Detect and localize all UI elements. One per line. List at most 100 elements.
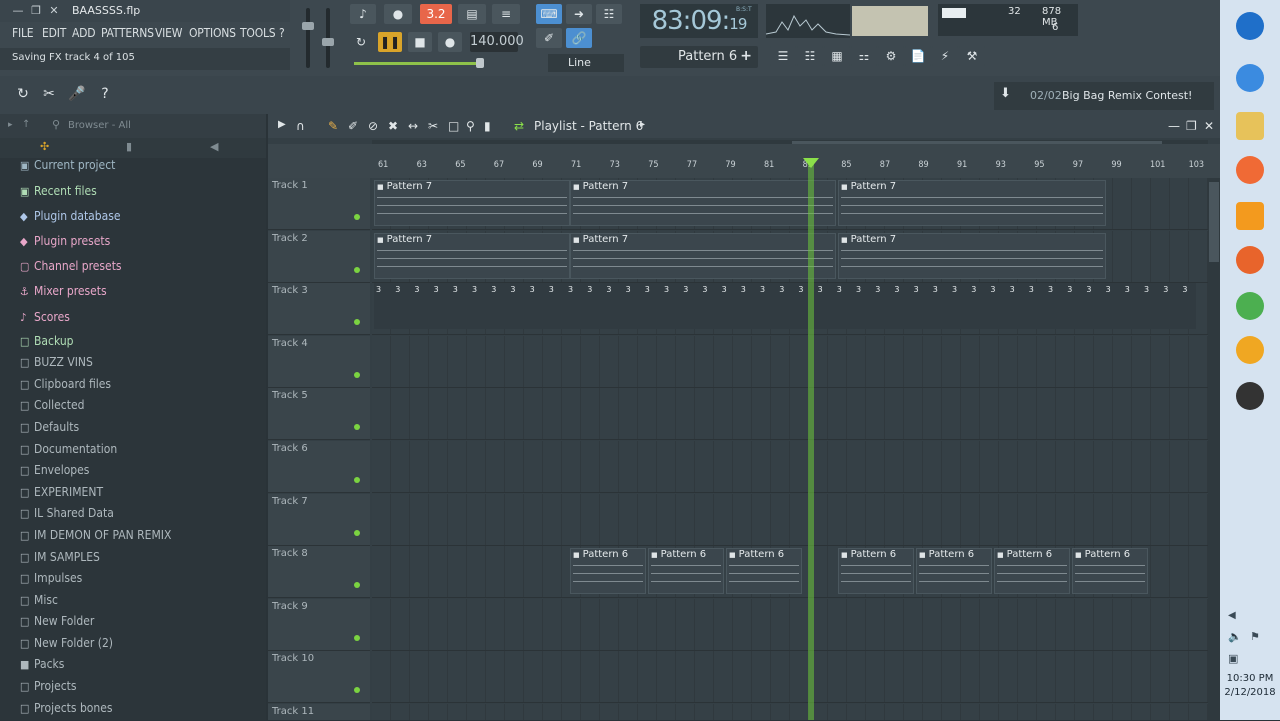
playhead-marker[interactable] [803,158,819,168]
play-arrow-icon[interactable]: ➜ [566,4,592,24]
stop-button[interactable]: ■ [408,32,432,52]
mini-pattern-clip[interactable]: 3 [434,285,448,295]
sort-icon[interactable]: ✣ [40,140,49,153]
track-lane[interactable]: Pattern 6 Pattern 6 Pattern 6 Pattern 6 Patt… [372,546,1208,599]
mini-pattern-clip[interactable]: 3 [933,285,947,295]
mini-pattern-clip[interactable]: 3 [1029,285,1043,295]
menu-help[interactable]: ? [279,26,285,40]
browser-item[interactable]: □ Collected [20,398,84,418]
browser-item[interactable]: □ Impulses [20,571,82,591]
mixer-window-icon[interactable]: ⚏ [851,46,877,66]
help-icon[interactable]: ? [94,82,116,106]
track-header[interactable]: Track 8 [268,546,370,599]
tray-expand-icon[interactable]: ◀ [1228,610,1236,621]
mini-pattern-clip[interactable]: 3 [971,285,985,295]
obs-icon[interactable] [1236,382,1264,410]
minimize-icon[interactable]: — [10,3,26,19]
browser-item[interactable]: ◆ Plugin database [20,209,121,229]
record-button[interactable]: ● [438,32,462,52]
mini-pattern-clip[interactable]: 3 [395,285,409,295]
mini-pattern-clip[interactable]: 3 [818,285,832,295]
mini-pattern-clip[interactable]: 3 [510,285,524,295]
track-lane[interactable] [372,493,1208,546]
pattern-clip[interactable]: Pattern 6 [570,548,646,595]
browser-item[interactable]: □ Projects [20,679,77,699]
mini-pattern-clip[interactable]: 3 [914,285,928,295]
mini-pattern-clip[interactable]: 3 [606,285,620,295]
browser-item[interactable]: □ Misc [20,593,58,613]
mini-pattern-clip[interactable]: 3 [587,285,601,295]
internet-explorer-icon[interactable] [1236,64,1264,92]
pattern-clip[interactable]: Pattern 7 [374,232,570,279]
menu-view[interactable]: VIEW [155,26,182,40]
link-icon[interactable]: 🔗 [566,28,592,48]
browser-item[interactable]: □ Clipboard files [20,377,111,397]
track-lane[interactable] [372,598,1208,651]
wait-record-button[interactable]: ● [384,4,412,24]
add-pattern-icon[interactable]: + [740,48,752,64]
brush-icon[interactable]: ✐ [536,28,562,48]
track-header[interactable]: Track 7 [268,493,370,546]
metronome-button[interactable]: ♪ [350,4,376,24]
fl-studio-icon[interactable] [1236,336,1264,364]
track-mute-led[interactable] [354,634,360,641]
track-header[interactable]: Track 6 [268,441,370,493]
mini-pattern-clip[interactable]: 3 [702,285,716,295]
channel-rack-window-icon[interactable]: ▦ [824,46,850,66]
pattern-clip[interactable]: Pattern 6 [838,548,914,595]
mini-pattern-clip[interactable]: 3 [491,285,505,295]
delete-icon[interactable]: ⊘ [368,119,378,133]
browser-item[interactable]: □ EXPERIMENT [20,485,103,505]
browser-item[interactable]: ▢ Channel presets [20,259,122,279]
mini-pattern-clip[interactable]: 3 [683,285,697,295]
volume-icon[interactable]: 🔈 [1228,630,1242,643]
refresh-icon[interactable]: ↻ [12,82,34,106]
mini-pattern-clip[interactable]: 3 [376,285,390,295]
menu-tools[interactable]: TOOLS [240,26,276,40]
mini-pattern-clip[interactable]: 3 [1182,285,1196,295]
track-mute-led[interactable] [354,214,360,220]
mini-pattern-clip[interactable]: 3 [1144,285,1158,295]
video-player-icon[interactable] [1236,202,1264,230]
playback-icon[interactable]: ▮ [484,119,491,133]
pencil-icon[interactable]: ✎ [328,119,338,133]
track-header[interactable]: Track 10 [268,651,370,704]
magnet-icon[interactable]: ∩ [296,119,305,133]
track-mute-led[interactable] [354,319,360,326]
pattern-selector[interactable]: Pattern 6 + [640,46,758,68]
browser-item[interactable]: ♪ Scores [20,310,70,330]
project-file-icon[interactable]: 📄 [905,46,931,66]
mini-pattern-clip[interactable]: 3 [664,285,678,295]
mini-pattern-clip[interactable]: 3 [722,285,736,295]
mini-pattern-clip[interactable]: 3 [1163,285,1177,295]
browser-item[interactable]: □ BUZZ VINS [20,355,93,375]
network-icon[interactable]: ▣ [1228,652,1238,665]
pattern-toggle-icon[interactable]: ⇄ [514,119,524,133]
mini-pattern-clip[interactable]: 3 [952,285,966,295]
browser-item[interactable]: □ IM SAMPLES [20,550,100,570]
browser-item[interactable]: □ Envelopes [20,463,89,483]
close-icon[interactable]: ✕ [46,3,62,19]
master-volume-slider[interactable] [302,8,314,68]
pattern-clip[interactable]: Pattern 6 [648,548,724,595]
pattern-clip[interactable]: Pattern 7 [374,180,570,226]
mini-pattern-clip[interactable]: 3 [1106,285,1120,295]
system-clock[interactable]: 10:30 PM 2/12/2018 [1220,672,1280,700]
track-lane[interactable] [372,704,1208,720]
mini-pattern-clip[interactable]: 3 [779,285,793,295]
snap-selector[interactable]: Line [548,54,624,72]
track-header[interactable]: Track 11 [268,704,370,720]
mini-pattern-clip[interactable]: 3 [741,285,755,295]
menu-add[interactable]: ADD [72,26,96,40]
playhead[interactable] [808,158,814,720]
restore-icon[interactable]: ❐ [28,3,44,19]
file-icon[interactable]: ▮ [126,140,132,153]
browser-item[interactable]: □ Documentation [20,442,117,462]
mini-pattern-clip[interactable]: 3 [1067,285,1081,295]
download-icon[interactable]: ⬇ [1000,86,1011,101]
mini-pattern-clip[interactable]: 3 [894,285,908,295]
blend-notes-button[interactable]: ≡ [492,4,520,24]
vscroll-thumb[interactable] [1209,182,1219,262]
playlist-menu-arrow-icon[interactable]: ▶ [278,119,286,130]
playlist-restore-icon[interactable]: ❐ [1186,119,1197,133]
